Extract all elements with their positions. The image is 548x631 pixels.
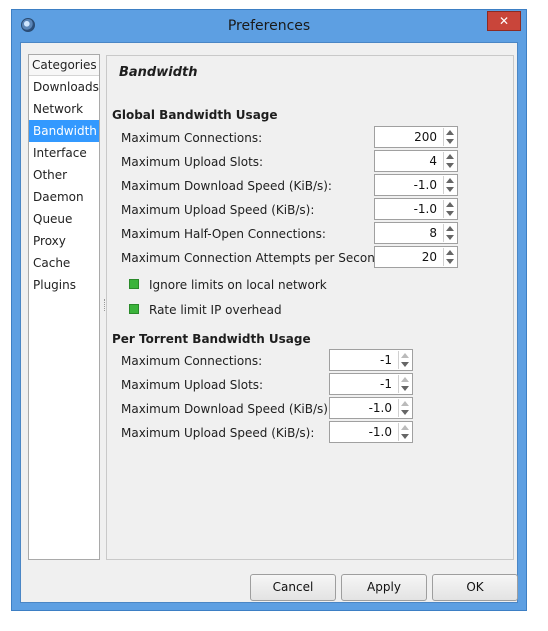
categories-list: Categories Downloads Network Bandwidth I…: [28, 54, 100, 560]
panel-title: Bandwidth: [119, 65, 198, 80]
dialog-body: Categories Downloads Network Bandwidth I…: [20, 42, 518, 603]
category-interface[interactable]: Interface: [29, 142, 99, 164]
per-torrent-bandwidth-header: Per Torrent Bandwidth Usage: [112, 332, 311, 346]
checkbox-checked-icon[interactable]: [129, 278, 139, 289]
ignore-local-limits-checkbox[interactable]: Ignore limits on local network: [129, 278, 327, 292]
spinner-arrows[interactable]: [443, 152, 456, 170]
global-max-connections-spinner[interactable]: 200: [374, 126, 458, 148]
category-daemon[interactable]: Daemon: [29, 186, 99, 208]
category-queue[interactable]: Queue: [29, 208, 99, 230]
window-title: Preferences: [227, 18, 311, 34]
apply-button[interactable]: Apply: [341, 574, 427, 601]
global-max-upload-slots-label: Maximum Upload Slots:: [121, 155, 264, 169]
category-cache[interactable]: Cache: [29, 252, 99, 274]
preferences-window: Preferences ✕ Categories Downloads Netwo…: [11, 9, 527, 611]
spinner-arrows[interactable]: [443, 224, 456, 242]
category-bandwidth[interactable]: Bandwidth: [29, 120, 99, 142]
spinner-arrows[interactable]: [398, 423, 411, 441]
spinner-arrows[interactable]: [398, 375, 411, 393]
global-max-connection-attempts-label: Maximum Connection Attempts per Second:: [121, 251, 387, 265]
global-max-download-speed-label: Maximum Download Speed (KiB/s):: [121, 179, 332, 193]
global-max-half-open-label: Maximum Half-Open Connections:: [121, 227, 326, 241]
spinner-arrows[interactable]: [443, 248, 456, 266]
spinner-value: 20: [421, 250, 437, 264]
checkbox-label: Ignore limits on local network: [149, 278, 327, 292]
global-max-connections-label: Maximum Connections:: [121, 131, 263, 145]
category-network[interactable]: Network: [29, 98, 99, 120]
checkbox-label: Rate limit IP overhead: [149, 303, 282, 317]
bandwidth-panel: Bandwidth Global Bandwidth Usage Maximum…: [106, 55, 514, 560]
global-max-connection-attempts-spinner[interactable]: 20: [374, 246, 458, 268]
torrent-max-download-speed-spinner[interactable]: -1.0: [329, 397, 413, 419]
torrent-max-connections-spinner[interactable]: -1: [329, 349, 413, 371]
global-max-upload-slots-spinner[interactable]: 4: [374, 150, 458, 172]
spinner-arrows[interactable]: [443, 128, 456, 146]
torrent-max-download-speed-label: Maximum Download Speed (KiB/s):: [121, 402, 332, 416]
global-max-upload-speed-spinner[interactable]: -1.0: [374, 198, 458, 220]
torrent-max-upload-slots-label: Maximum Upload Slots:: [121, 378, 264, 392]
category-proxy[interactable]: Proxy: [29, 230, 99, 252]
global-max-half-open-spinner[interactable]: 8: [374, 222, 458, 244]
global-bandwidth-header: Global Bandwidth Usage: [112, 108, 278, 122]
spinner-value: -1.0: [368, 401, 392, 415]
torrent-max-upload-slots-spinner[interactable]: -1: [329, 373, 413, 395]
spinner-arrows[interactable]: [443, 200, 456, 218]
global-max-upload-speed-label: Maximum Upload Speed (KiB/s):: [121, 203, 315, 217]
spinner-arrows[interactable]: [398, 399, 411, 417]
spinner-value: -1.0: [413, 178, 437, 192]
torrent-max-upload-speed-label: Maximum Upload Speed (KiB/s):: [121, 426, 315, 440]
spinner-value: -1.0: [368, 425, 392, 439]
spinner-value: -1: [380, 353, 392, 367]
category-other[interactable]: Other: [29, 164, 99, 186]
spinner-value: -1.0: [413, 202, 437, 216]
title-bar[interactable]: Preferences ✕: [12, 10, 526, 41]
spinner-value: -1: [380, 377, 392, 391]
torrent-max-upload-speed-spinner[interactable]: -1.0: [329, 421, 413, 443]
category-plugins[interactable]: Plugins: [29, 274, 99, 296]
spinner-value: 4: [429, 154, 437, 168]
global-max-download-speed-spinner[interactable]: -1.0: [374, 174, 458, 196]
ok-button[interactable]: OK: [432, 574, 518, 601]
checkbox-checked-icon[interactable]: [129, 303, 139, 314]
spinner-arrows[interactable]: [443, 176, 456, 194]
spinner-arrows[interactable]: [398, 351, 411, 369]
close-button[interactable]: ✕: [487, 11, 521, 31]
torrent-max-connections-label: Maximum Connections:: [121, 354, 263, 368]
spinner-value: 200: [414, 130, 437, 144]
spinner-value: 8: [429, 226, 437, 240]
cancel-button[interactable]: Cancel: [250, 574, 336, 601]
categories-header[interactable]: Categories: [29, 55, 99, 76]
rate-limit-ip-overhead-checkbox[interactable]: Rate limit IP overhead: [129, 303, 282, 317]
category-downloads[interactable]: Downloads: [29, 76, 99, 98]
